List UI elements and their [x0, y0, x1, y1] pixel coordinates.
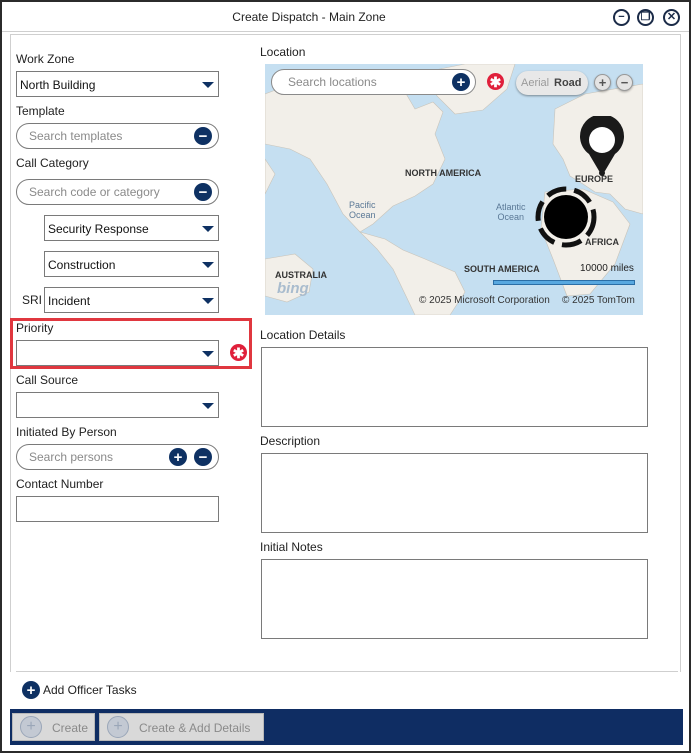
call-source-label: Call Source — [16, 373, 79, 387]
map-mode-aerial[interactable]: Aerial — [521, 77, 549, 89]
map-label-north-america: NORTH AMERICA — [405, 168, 482, 178]
add-location-icon[interactable]: + — [452, 73, 470, 91]
location-search-input[interactable] — [288, 75, 448, 89]
chevron-down-icon — [202, 82, 214, 88]
create-label: Create — [52, 721, 89, 735]
copyright-microsoft: © 2025 Microsoft Corporation — [419, 295, 550, 306]
initiated-by-search: + − — [16, 444, 219, 470]
close-icon[interactable]: ✕ — [663, 9, 680, 26]
location-label: Location — [260, 45, 306, 59]
scale-text: 10000 miles — [580, 263, 634, 274]
sri-label: SRI — [22, 293, 43, 307]
initiated-by-search-input[interactable] — [29, 450, 159, 464]
scale-bar — [493, 280, 635, 285]
zoom-in-icon[interactable]: + — [594, 74, 611, 91]
description-label: Description — [260, 434, 321, 448]
work-zone-value: North Building — [20, 78, 96, 92]
map-label-pacific: Pacific Ocean — [349, 200, 376, 220]
work-zone-label: Work Zone — [16, 52, 75, 66]
map-label-atlantic: Atlantic Ocean — [496, 202, 526, 222]
map-mode-road[interactable]: Road — [554, 77, 582, 89]
category-level-2-value: Construction — [48, 258, 116, 272]
priority-select[interactable] — [16, 340, 219, 366]
chevron-down-icon — [202, 298, 214, 304]
priority-label: Priority — [16, 321, 54, 335]
title-bar: Create Dispatch - Main Zone − ❐ ✕ — [2, 2, 689, 32]
call-category-search-input[interactable] — [29, 185, 179, 199]
divider — [16, 671, 678, 672]
add-person-icon[interactable]: + — [169, 448, 187, 466]
category-level-1-select[interactable]: Security Response — [44, 215, 219, 241]
copyright-tomtom: © 2025 TomTom — [562, 295, 635, 306]
restore-icon[interactable]: ❐ — [637, 9, 654, 26]
category-level-1-value: Security Response — [48, 222, 149, 236]
create-button[interactable]: + Create — [12, 713, 95, 741]
chevron-down-icon — [202, 262, 214, 268]
create-add-details-button[interactable]: + Create & Add Details — [99, 713, 264, 741]
location-map[interactable]: NORTH AMERICA EUROPE AFRICA SOUTH AMERIC… — [265, 64, 643, 315]
zoom-out-icon[interactable]: − — [616, 74, 633, 91]
plus-icon: + — [20, 716, 42, 738]
map-label-south-america: SOUTH AMERICA — [464, 264, 540, 274]
remove-person-icon[interactable]: − — [194, 448, 212, 466]
call-category-label: Call Category — [16, 156, 89, 170]
location-details-field[interactable] — [261, 347, 648, 427]
chevron-down-icon — [202, 351, 214, 357]
call-source-select[interactable] — [16, 392, 219, 418]
add-officer-tasks-label: Add Officer Tasks — [43, 683, 137, 697]
remove-category-icon[interactable]: − — [194, 183, 212, 201]
description-field[interactable] — [261, 453, 648, 533]
chevron-down-icon — [202, 226, 214, 232]
contact-number-label: Contact Number — [16, 477, 104, 491]
dispatch-window: Create Dispatch - Main Zone − ❐ ✕ Work Z… — [0, 0, 691, 753]
map-label-australia: AUSTRALIA — [275, 270, 327, 280]
create-add-details-label: Create & Add Details — [139, 721, 251, 735]
crosshair-target-icon[interactable] — [533, 184, 599, 250]
initial-notes-label: Initial Notes — [260, 540, 323, 554]
category-level-2-select[interactable]: Construction — [44, 251, 219, 277]
window-title: Create Dispatch - Main Zone — [232, 10, 386, 24]
chevron-down-icon — [202, 403, 214, 409]
minimize-icon[interactable]: − — [613, 9, 630, 26]
initial-notes-field[interactable] — [261, 559, 648, 639]
required-icon: ✱ — [487, 73, 504, 90]
template-label: Template — [16, 104, 65, 118]
sri-value: Incident — [48, 294, 91, 308]
template-search: − — [16, 123, 219, 149]
work-zone-select[interactable]: North Building — [16, 71, 219, 97]
template-search-input[interactable] — [29, 129, 179, 143]
map-mode-toggle[interactable]: Aerial Road — [516, 71, 588, 95]
bing-logo: bing — [277, 280, 309, 297]
map-pin-icon[interactable] — [577, 116, 627, 180]
contact-number-field[interactable] — [16, 496, 219, 522]
footer-bar: + Create + Create & Add Details — [10, 709, 683, 745]
call-category-search: − — [16, 179, 219, 205]
map-search: + — [271, 69, 476, 95]
sri-select[interactable]: Incident — [44, 287, 219, 313]
initiated-by-label: Initiated By Person — [16, 425, 117, 439]
required-icon: ✱ — [230, 344, 247, 361]
add-icon: + — [22, 681, 40, 699]
remove-template-icon[interactable]: − — [194, 127, 212, 145]
plus-icon: + — [107, 716, 129, 738]
location-details-label: Location Details — [260, 328, 346, 342]
